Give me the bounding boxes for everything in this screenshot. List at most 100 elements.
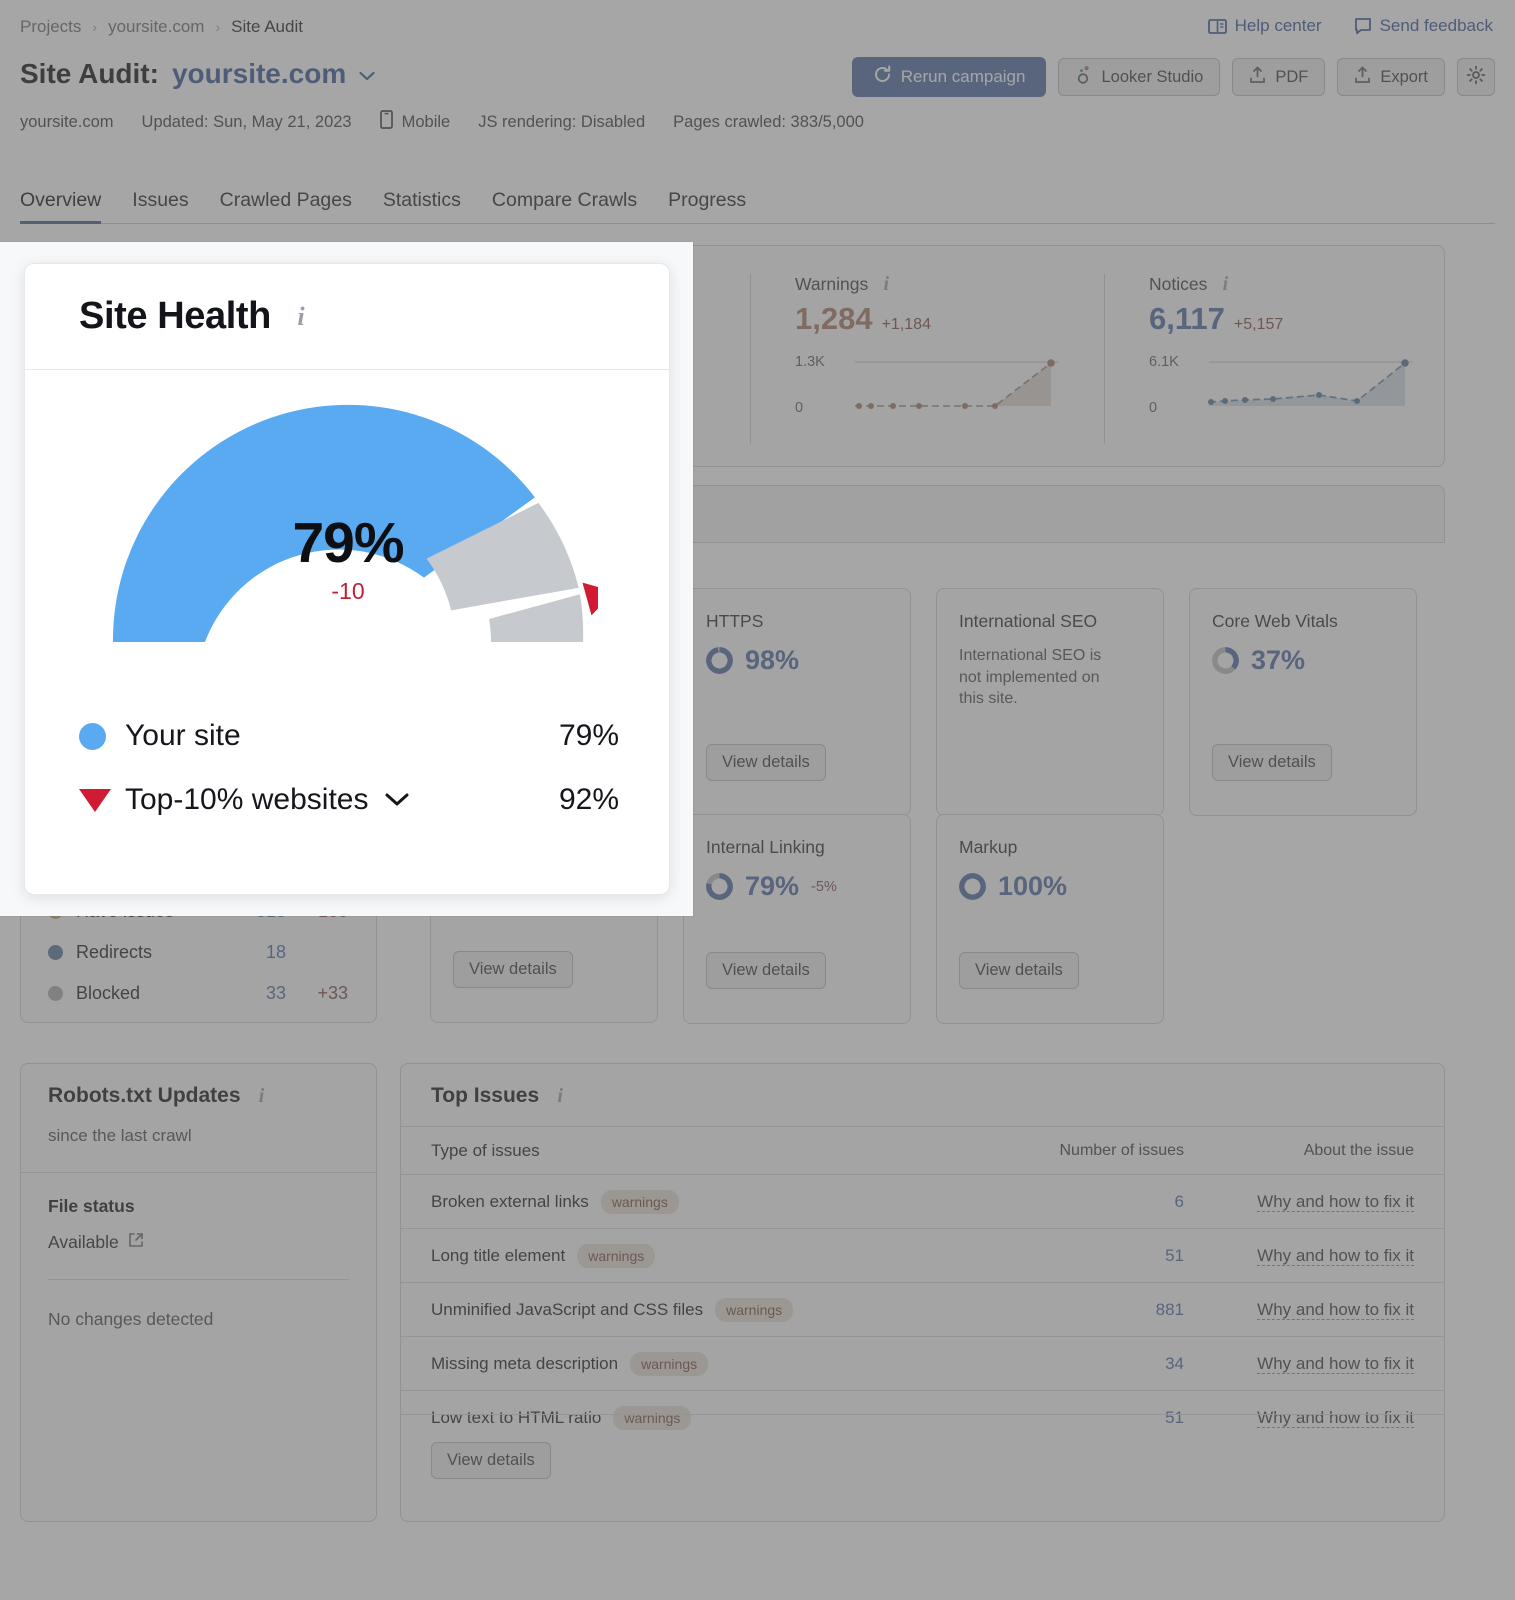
kpi-notices-axis-top: 6.1K — [1149, 354, 1179, 370]
kpi-divider — [1104, 274, 1105, 444]
issue-type: Long title element — [431, 1245, 566, 1265]
project-domain-link[interactable]: yoursite.com — [172, 58, 346, 90]
table-row[interactable]: Missing meta description warnings 34 Why… — [401, 1336, 1444, 1390]
book-icon — [1207, 18, 1227, 35]
fix-link[interactable]: Why and how to fix it — [1257, 1299, 1414, 1320]
info-icon[interactable]: i — [550, 1085, 570, 1107]
notices-sparkline — [1208, 359, 1413, 406]
issue-count[interactable]: 51 — [1034, 1246, 1184, 1266]
table-row[interactable]: Unminified JavaScript and CSS files warn… — [401, 1282, 1444, 1336]
divider — [401, 1414, 1444, 1415]
pdf-button[interactable]: PDF — [1232, 58, 1326, 96]
robots-txt-title: Robots.txt Updates — [48, 1084, 241, 1107]
export-button[interactable]: Export — [1337, 58, 1445, 96]
fix-link[interactable]: Why and how to fix it — [1257, 1407, 1414, 1428]
thematic-report-international-seo: International SEO International SEO is n… — [936, 588, 1164, 816]
legend-row-your-site: Your site 79% — [79, 704, 619, 768]
progress-ring-icon — [959, 873, 986, 900]
view-details-button[interactable]: View details — [706, 952, 826, 989]
gauge-center-value: 79% -10 — [292, 510, 404, 605]
table-row[interactable]: Long title element warnings 51 Why and h… — [401, 1228, 1444, 1282]
column-number-of-issues: Number of issues — [1059, 1141, 1185, 1159]
report-percent: 79% — [745, 871, 800, 901]
rerun-campaign-button[interactable]: Rerun campaign — [851, 57, 1047, 97]
tab-progress[interactable]: Progress — [668, 189, 746, 223]
kpi-warnings-delta: +1,184 — [881, 316, 931, 333]
legend-label: Redirects — [76, 942, 153, 962]
breadcrumb-yoursite[interactable]: yoursite.com — [108, 17, 204, 37]
kpi-notices-label: Notices — [1149, 274, 1208, 294]
tab-issues[interactable]: Issues — [132, 189, 188, 223]
thematic-report-internal-linking: Internal Linking 79% -5% View details — [683, 814, 911, 1024]
looker-studio-label: Looker Studio — [1101, 67, 1204, 86]
site-health-card: Site Health i 79% -10 Your site 79% Top-… — [24, 263, 670, 895]
legend-row-top-10-websites[interactable]: Top-10% websites 92% — [79, 768, 619, 832]
view-details-button[interactable]: View details — [959, 952, 1079, 989]
view-details-button[interactable]: View details — [706, 744, 826, 781]
fix-link[interactable]: Why and how to fix it — [1257, 1191, 1414, 1212]
view-details-button[interactable]: View details — [1212, 744, 1332, 781]
info-icon[interactable]: i — [1215, 273, 1235, 295]
send-feedback-link[interactable]: Send feedback — [1354, 16, 1493, 36]
help-center-link[interactable]: Help center — [1207, 16, 1322, 36]
mobile-icon — [379, 110, 393, 134]
status-badge: warnings — [600, 1189, 679, 1214]
report-title: International SEO — [959, 611, 1098, 631]
issue-count[interactable]: 51 — [1034, 1408, 1184, 1428]
external-link-icon[interactable] — [128, 1232, 144, 1253]
view-details-button[interactable]: View details — [431, 1442, 551, 1479]
robots-txt-header: Robots.txt Updates i — [48, 1084, 272, 1108]
top-issues-title: Top Issues — [431, 1084, 540, 1107]
kpi-warnings-value: 1,284 — [795, 301, 873, 336]
report-title: HTTPS — [706, 611, 764, 631]
table-row[interactable]: Broken external links warnings 6 Why and… — [401, 1174, 1444, 1228]
looker-studio-button[interactable]: Looker Studio — [1058, 58, 1221, 96]
fix-link[interactable]: Why and how to fix it — [1257, 1245, 1414, 1266]
legend-count: 33 — [265, 983, 286, 1003]
site-health-gauge: 79% -10 — [25, 370, 669, 670]
progress-ring-icon — [706, 873, 733, 900]
report-percent: 98% — [745, 645, 800, 675]
info-icon[interactable]: i — [252, 1085, 272, 1107]
fix-link[interactable]: Why and how to fix it — [1257, 1353, 1414, 1374]
site-health-score: 79% — [292, 511, 404, 575]
legend-item-redirects[interactable]: Redirects 18 — [48, 932, 348, 973]
table-row[interactable]: Low text to HTML ratio warnings 51 Why a… — [401, 1390, 1444, 1444]
file-status-value-row[interactable]: Available — [48, 1232, 144, 1253]
tab-compare-crawls[interactable]: Compare Crawls — [492, 189, 637, 223]
meta-domain: yoursite.com — [20, 112, 114, 131]
issue-count[interactable]: 34 — [1034, 1354, 1184, 1374]
robots-txt-subtitle: since the last crawl — [48, 1126, 192, 1145]
robots-changes-text: No changes detected — [48, 1309, 214, 1329]
top-issues-header: Top Issues i — [431, 1084, 570, 1108]
info-icon[interactable]: i — [290, 302, 312, 331]
chevron-down-icon[interactable] — [359, 65, 375, 87]
export-label: Export — [1380, 67, 1428, 86]
thematic-report-core-web-vitals: Core Web Vitals 37% View details — [1189, 588, 1417, 816]
view-details-button[interactable]: View details — [453, 951, 573, 988]
triangle-marker-icon — [79, 788, 125, 812]
status-badge: warnings — [715, 1297, 794, 1322]
issue-count[interactable]: 881 — [1034, 1300, 1184, 1320]
legend-label-top-10-websites: Top-10% websites — [125, 783, 369, 816]
settings-button[interactable] — [1457, 58, 1495, 96]
site-health-spotlight: Site Health i 79% -10 Your site 79% Top-… — [0, 242, 693, 916]
thematic-report-markup: Markup 100% View details — [936, 814, 1164, 1024]
legend-value-your-site: 79% — [558, 719, 619, 752]
tab-statistics[interactable]: Statistics — [383, 189, 461, 223]
legend-item-blocked[interactable]: Blocked 33 +33 — [48, 973, 348, 1014]
info-icon[interactable]: i — [876, 273, 896, 295]
meta-updated: Updated: Sun, May 21, 2023 — [141, 112, 352, 131]
chevron-down-icon[interactable] — [384, 788, 410, 812]
top-issues-card: Top Issues i Type of issues Number of is… — [400, 1063, 1445, 1522]
meta-pages-crawled: Pages crawled: 383/5,000 — [673, 112, 864, 131]
kpi-warnings-label: Warnings — [795, 274, 869, 294]
report-delta: -5% — [811, 878, 837, 895]
tab-overview[interactable]: Overview — [20, 189, 102, 224]
page-title: Site Audit: yoursite.com — [20, 58, 375, 90]
breadcrumb-site-audit[interactable]: Site Audit — [231, 17, 303, 37]
issue-count[interactable]: 6 — [1034, 1192, 1184, 1212]
breadcrumb-projects[interactable]: Projects — [20, 17, 81, 37]
file-status-label: File status — [48, 1196, 135, 1216]
tab-crawled-pages[interactable]: Crawled Pages — [220, 189, 352, 223]
